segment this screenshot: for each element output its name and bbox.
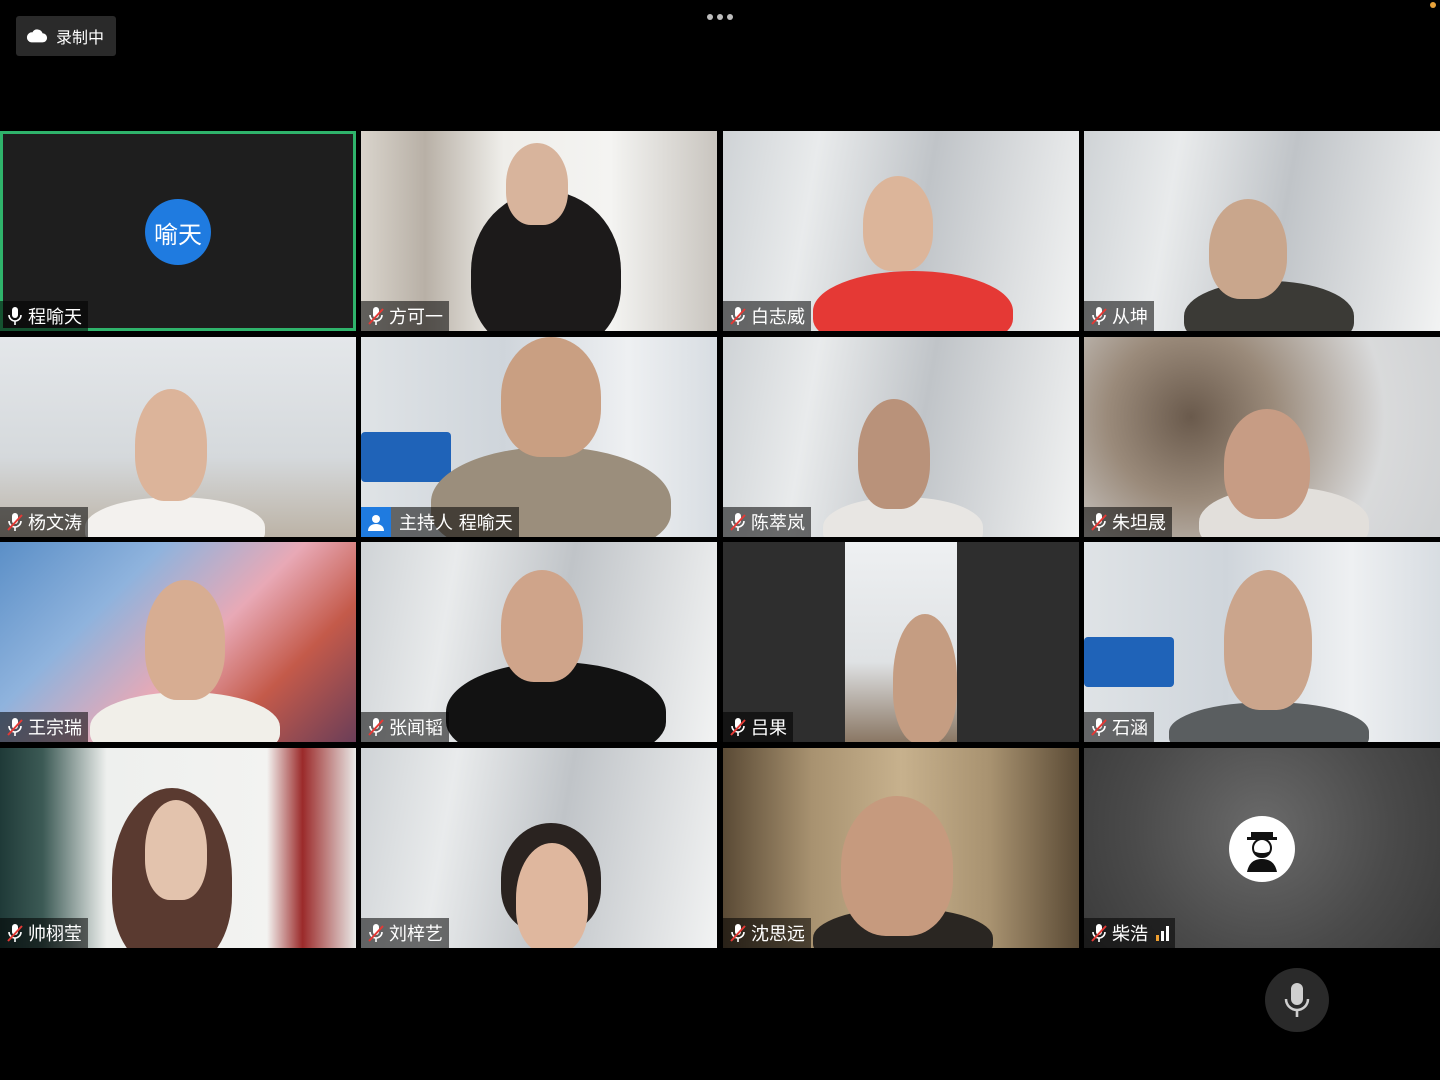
mic-muted-icon bbox=[1091, 513, 1107, 531]
mic-icon bbox=[8, 307, 22, 325]
mic-muted-icon bbox=[7, 718, 23, 736]
participant-tile-fang-keyi[interactable]: 方可一 bbox=[361, 131, 717, 331]
participant-tile-zhu-tansheng[interactable]: 朱坦晟 bbox=[1084, 337, 1440, 537]
participant-video-face bbox=[863, 176, 933, 271]
participant-video-face bbox=[501, 570, 583, 682]
participant-name: 程喻天 bbox=[28, 307, 82, 328]
mic-muted-icon bbox=[7, 513, 23, 531]
participant-nameplate: 柴浩 bbox=[1084, 918, 1175, 948]
participant-nameplate: 刘梓艺 bbox=[361, 918, 449, 948]
participant-tile-bai-zhiwei[interactable]: 白志威 bbox=[723, 131, 1079, 331]
participant-tile-liu-ziyi[interactable]: 刘梓艺 bbox=[361, 748, 717, 948]
mic-muted-icon bbox=[730, 924, 746, 942]
participant-grid: 喻天 程喻天 方可一 白志威 从坤 杨文涛 主持人 程喻天 陈萃岚 朱坦晟 王宗… bbox=[0, 131, 1440, 948]
participant-tile-lv-guo[interactable]: 吕果 bbox=[723, 542, 1079, 742]
participant-tile-yang-wentao[interactable]: 杨文涛 bbox=[0, 337, 356, 537]
participant-nameplate: 吕果 bbox=[723, 712, 793, 742]
profile-avatar bbox=[1229, 816, 1295, 882]
participant-video-face bbox=[893, 614, 957, 742]
participant-name: 吕果 bbox=[751, 718, 787, 739]
participant-nameplate: 白志威 bbox=[723, 301, 811, 331]
participant-tile-chen-cuilan[interactable]: 陈萃岚 bbox=[723, 337, 1079, 537]
participant-tile-zhang-wentao[interactable]: 张闻韬 bbox=[361, 542, 717, 742]
signal-icon bbox=[1156, 925, 1169, 941]
participant-tile-shuai-xuying[interactable]: 帅栩莹 bbox=[0, 748, 356, 948]
participant-name: 主持人 程喻天 bbox=[399, 513, 513, 534]
participant-video-face bbox=[145, 580, 225, 700]
participant-nameplate: 沈思远 bbox=[723, 918, 811, 948]
participant-video-face bbox=[135, 389, 207, 501]
participant-name: 帅栩莹 bbox=[28, 924, 82, 945]
profile-avatar-icon bbox=[1247, 832, 1277, 872]
mic-muted-icon bbox=[1091, 307, 1107, 325]
participant-name: 朱坦晟 bbox=[1112, 513, 1166, 534]
participant-nameplate: 张闻韬 bbox=[361, 712, 449, 742]
status-indicator-icon bbox=[1430, 2, 1436, 8]
participant-tile-cong-kun[interactable]: 从坤 bbox=[1084, 131, 1440, 331]
participant-video-sofa bbox=[1084, 637, 1174, 687]
participant-nameplate: 石涵 bbox=[1084, 712, 1154, 742]
microphone-button-icon bbox=[1284, 983, 1310, 1017]
mic-muted-icon bbox=[7, 924, 23, 942]
participant-name: 从坤 bbox=[1112, 307, 1148, 328]
participant-nameplate: 主持人 程喻天 bbox=[361, 507, 519, 537]
participant-video-face bbox=[501, 337, 601, 457]
participant-name: 白志威 bbox=[751, 307, 805, 328]
cloud-icon bbox=[26, 29, 48, 43]
participant-name: 沈思远 bbox=[751, 924, 805, 945]
participant-tile-shi-han[interactable]: 石涵 bbox=[1084, 542, 1440, 742]
participant-name: 陈萃岚 bbox=[751, 513, 805, 534]
participant-avatar: 喻天 bbox=[145, 199, 211, 265]
mic-muted-icon bbox=[1091, 924, 1107, 942]
participant-tile-shen-siyuan[interactable]: 沈思远 bbox=[723, 748, 1079, 948]
participant-name: 石涵 bbox=[1112, 718, 1148, 739]
participant-tile-wang-zongrui[interactable]: 王宗瑞 bbox=[0, 542, 356, 742]
participant-name: 杨文涛 bbox=[28, 513, 82, 534]
participant-name: 王宗瑞 bbox=[28, 718, 82, 739]
mic-muted-icon bbox=[368, 924, 384, 942]
participant-name: 刘梓艺 bbox=[389, 924, 443, 945]
participant-name: 方可一 bbox=[389, 307, 443, 328]
participant-video-face bbox=[1224, 409, 1310, 519]
participant-tile-chai-hao[interactable]: 柴浩 bbox=[1084, 748, 1440, 948]
participant-nameplate: 程喻天 bbox=[0, 301, 88, 331]
participant-nameplate: 王宗瑞 bbox=[0, 712, 88, 742]
microphone-button[interactable] bbox=[1265, 968, 1329, 1032]
more-icon[interactable] bbox=[700, 8, 740, 26]
participant-video-face bbox=[506, 143, 568, 225]
participant-nameplate: 陈萃岚 bbox=[723, 507, 811, 537]
participant-tile-host-cheng-yutian[interactable]: 主持人 程喻天 bbox=[361, 337, 717, 537]
host-icon bbox=[361, 507, 391, 537]
participant-video-face bbox=[145, 800, 207, 900]
participant-nameplate: 朱坦晟 bbox=[1084, 507, 1172, 537]
participant-name: 张闻韬 bbox=[389, 718, 443, 739]
recording-label: 录制中 bbox=[56, 28, 105, 47]
participant-nameplate: 从坤 bbox=[1084, 301, 1154, 331]
participant-video-sofa bbox=[361, 432, 451, 482]
participant-nameplate: 方可一 bbox=[361, 301, 449, 331]
mic-muted-icon bbox=[730, 718, 746, 736]
participant-nameplate: 帅栩莹 bbox=[0, 918, 88, 948]
participant-video-face bbox=[1224, 570, 1312, 710]
participant-video-face bbox=[516, 843, 588, 948]
recording-status-badge[interactable]: 录制中 bbox=[16, 16, 116, 56]
mic-muted-icon bbox=[1091, 718, 1107, 736]
mic-muted-icon bbox=[368, 718, 384, 736]
participant-name: 柴浩 bbox=[1112, 924, 1148, 945]
mic-muted-icon bbox=[730, 307, 746, 325]
mic-muted-icon bbox=[730, 513, 746, 531]
mic-muted-icon bbox=[368, 307, 384, 325]
participant-nameplate: 杨文涛 bbox=[0, 507, 88, 537]
participant-video-face bbox=[841, 796, 953, 936]
participant-video-face bbox=[1209, 199, 1287, 299]
participant-video-face bbox=[858, 399, 930, 509]
participant-tile-cheng-yutian[interactable]: 喻天 程喻天 bbox=[0, 131, 356, 331]
